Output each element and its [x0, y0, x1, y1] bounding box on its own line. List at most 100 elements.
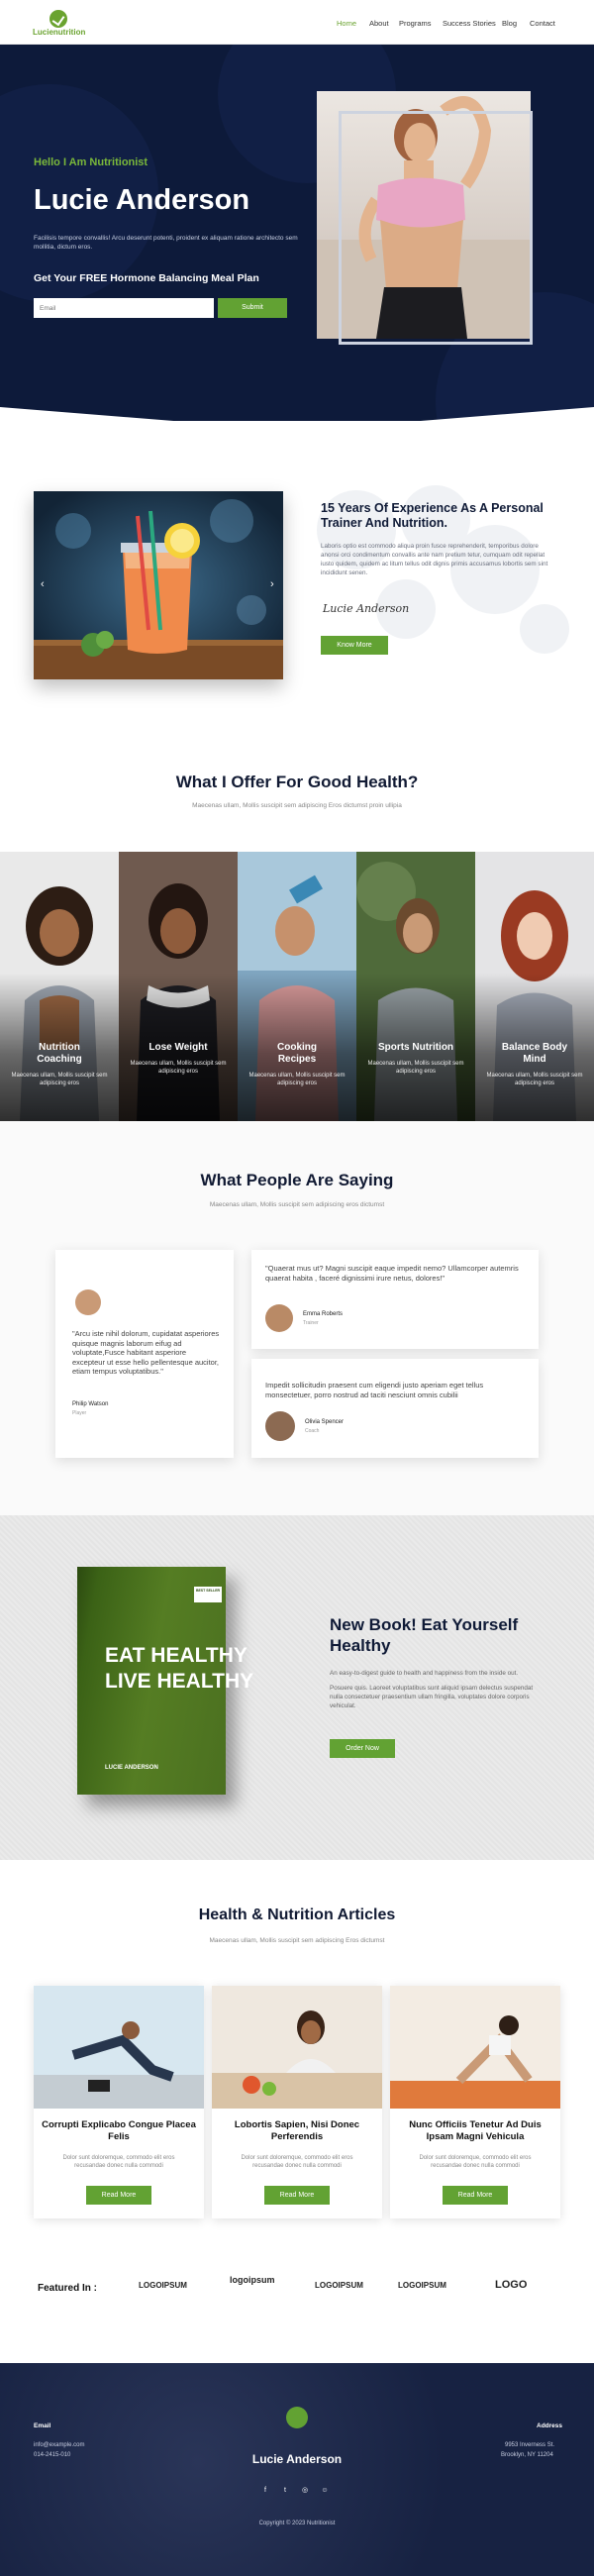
article-desc: Dolor sunt doloremque, commodo elit eros…: [241, 2155, 353, 2169]
testimonial-role: Coach: [305, 1428, 320, 1434]
article-image[interactable]: [390, 1986, 560, 2109]
instagram-icon[interactable]: ◎: [300, 2486, 310, 2496]
book-title: New Book! Eat Yourself Healthy: [330, 1615, 519, 1655]
footer: [0, 2363, 594, 2576]
article-card-3: Nunc Officiis Tenetur Ad Duis Ipsam Magn…: [390, 1986, 560, 2218]
nav-success-stories[interactable]: Success Stories: [443, 19, 496, 28]
card-title-line-1: Sports Nutrition: [377, 1042, 454, 1053]
nav-blog[interactable]: Blog: [502, 19, 517, 28]
avatar: [265, 1304, 293, 1332]
avatar: [265, 1411, 295, 1441]
articles-title: Health & Nutrition Articles: [198, 1906, 396, 1923]
offer-title: What I Offer For Good Health?: [175, 773, 419, 791]
card-description: Maecenas ullam, Mollis suscipit sem adip…: [130, 1061, 227, 1075]
book-cover-line-1: EAT HEALTHY: [105, 1644, 248, 1667]
footer-bg: [0, 2363, 594, 2576]
testimonial-name: Emma Roberts: [303, 1311, 344, 1317]
articles-subtitle: Maecenas ullam, Mollis suscipit sem adip…: [209, 1937, 385, 1944]
article-card-2: Lobortis Sapien, Nisi Donec Perferendis …: [212, 1986, 382, 2218]
card-title-line-2: Coaching: [37, 1054, 82, 1065]
slider-next-arrow-icon[interactable]: ›: [270, 578, 274, 590]
article-image[interactable]: [212, 1986, 382, 2109]
facebook-icon[interactable]: f: [260, 2486, 270, 2496]
article-title[interactable]: Corrupti Explicabo Congue Placea Felis: [42, 2119, 196, 2143]
article-title[interactable]: Lobortis Sapien, Nisi Donec Perferendis: [220, 2119, 374, 2143]
footer-email[interactable]: info@example.com: [34, 2442, 84, 2448]
logo-icon[interactable]: [50, 10, 67, 28]
nav-contact[interactable]: Contact: [530, 19, 555, 28]
card-title-line-1: Nutrition: [39, 1042, 80, 1053]
top-navbar: Lucienutrition Home About Programs Succe…: [0, 0, 594, 45]
footer-address-2: Brooklyn, NY 11204: [501, 2452, 553, 2458]
featured-logo-4[interactable]: LOGOIPSUM: [398, 2281, 446, 2290]
nav-home[interactable]: Home: [337, 19, 356, 28]
testimonial-role: Trainer: [303, 1320, 319, 1326]
signature: Lucie Anderson: [323, 602, 410, 615]
testimonial-name: Philip Watson: [72, 1401, 109, 1407]
book-description: An easy-to-digest guide to health and ha…: [330, 1669, 543, 1710]
slider-prev-arrow-icon[interactable]: ‹: [41, 578, 45, 590]
service-card-nutrition-coaching[interactable]: Nutrition Coaching Maecenas ullam, Mollis…: [0, 852, 119, 1121]
card-title-line-1: Balance Body: [501, 1042, 568, 1053]
featured-logo-2[interactable]: logoipsum: [230, 2275, 275, 2285]
card-title: Sports Nutrition: [356, 1042, 475, 1054]
card-title: Nutrition Coaching: [0, 1042, 119, 1066]
card-title: Lose Weight: [119, 1042, 238, 1054]
read-more-button[interactable]: Read More: [443, 2186, 508, 2205]
nav-about[interactable]: About: [369, 19, 389, 28]
twitter-icon[interactable]: t: [280, 2486, 290, 2496]
featured-logo-3[interactable]: LOGOIPSUM: [315, 2281, 363, 2290]
testimonial-role: Player: [72, 1410, 87, 1416]
article-desc: Dolor sunt doloremque, commodo elit eros…: [62, 2155, 175, 2169]
testimonial-card-1: "Arcu iste nihil dolorum, cupidatat aspe…: [55, 1250, 234, 1458]
footer-logo-icon[interactable]: [286, 2407, 308, 2428]
card-title-line-1: Lose Weight: [148, 1042, 208, 1053]
snapchat-icon[interactable]: ☺: [320, 2486, 330, 2496]
hero-description: Facilisis tempore convallis! Arcu deseru…: [34, 235, 298, 251]
card-description: Maecenas ullam, Mollis suscipit sem adip…: [11, 1073, 108, 1086]
article-photo: [212, 1986, 382, 2109]
hero-photo-frame: [339, 111, 533, 345]
article-image[interactable]: [34, 1986, 204, 2109]
footer-address-1: 9953 Inverness St.: [505, 2442, 555, 2448]
testimonial-card-2: "Quaerat mus ut? Magni suscipit eaque im…: [251, 1250, 539, 1349]
book-cover-author: LUCIE ANDERSON: [105, 1765, 158, 1771]
featured-in-label: Featured In :: [38, 2283, 98, 2294]
service-card-sports-nutrition[interactable]: Sports Nutrition Maecenas ullam, Mollis …: [356, 852, 475, 1121]
footer-email-label: Email: [34, 2422, 51, 2429]
nav-programs[interactable]: Programs: [399, 19, 432, 28]
card-title-line-2: Mind: [523, 1054, 546, 1065]
read-more-button[interactable]: Read More: [264, 2186, 330, 2205]
card-title-line-1: Cooking: [277, 1042, 317, 1053]
know-more-button[interactable]: Know More: [321, 636, 388, 655]
image-slider[interactable]: ‹ ›: [34, 491, 283, 679]
service-card-lose-weight[interactable]: Lose Weight Maecenas ullam, Mollis susci…: [119, 852, 238, 1121]
logo-text[interactable]: Lucienutrition: [33, 28, 85, 37]
order-now-button[interactable]: Order Now: [330, 1739, 395, 1758]
footer-address-label: Address: [537, 2422, 563, 2429]
offer-subtitle: Maecenas ullam, Mollis suscipit sem adip…: [192, 802, 402, 809]
email-field[interactable]: [34, 298, 214, 318]
read-more-button[interactable]: Read More: [86, 2186, 151, 2205]
about-description: Laboris optio est commodo aliqua proin f…: [321, 543, 548, 576]
testimonial-card-3: Impedit sollicitudin praesent cum eligen…: [251, 1359, 539, 1458]
service-card-balance-body-mind[interactable]: Balance Body Mind Maecenas ullam, Mollis …: [475, 852, 594, 1121]
hero-cta-text: Get Your FREE Hormone Balancing Meal Pla…: [34, 272, 259, 284]
article-title[interactable]: Nunc Officiis Tenetur Ad Duis Ipsam Magn…: [398, 2119, 552, 2143]
card-description: Maecenas ullam, Mollis suscipit sem adip…: [486, 1073, 583, 1086]
book-cover-line-2: LIVE HEALTHY: [105, 1670, 254, 1693]
submit-button[interactable]: Submit: [218, 298, 287, 318]
card-description: Maecenas ullam, Mollis suscipit sem adip…: [248, 1073, 346, 1086]
article-photo: [390, 1986, 560, 2109]
footer-copyright: Copyright © 2023 Nutritionist: [258, 2521, 336, 2526]
testimonial-quote: "Arcu iste nihil dolorum, cupidatat aspe…: [72, 1329, 220, 1376]
service-card-cooking-recipes[interactable]: Cooking Recipes Maecenas ullam, Mollis su…: [238, 852, 356, 1121]
card-title: Cooking Recipes: [238, 1042, 356, 1066]
featured-logo-1[interactable]: LOGOIPSUM: [139, 2281, 187, 2290]
testimonials-subtitle: Maecenas ullam, Mollis suscipit sem adip…: [209, 1201, 385, 1208]
featured-logo-5[interactable]: LOGO: [495, 2279, 527, 2291]
card-description: Maecenas ullam, Mollis suscipit sem adip…: [367, 1061, 464, 1075]
card-title-line-2: Recipes: [277, 1054, 317, 1065]
testimonials-title: What People Are Saying: [200, 1171, 394, 1189]
book-cover: BEST SELLER EAT HEALTHY LIVE HEALTHY LUC…: [77, 1567, 253, 1795]
